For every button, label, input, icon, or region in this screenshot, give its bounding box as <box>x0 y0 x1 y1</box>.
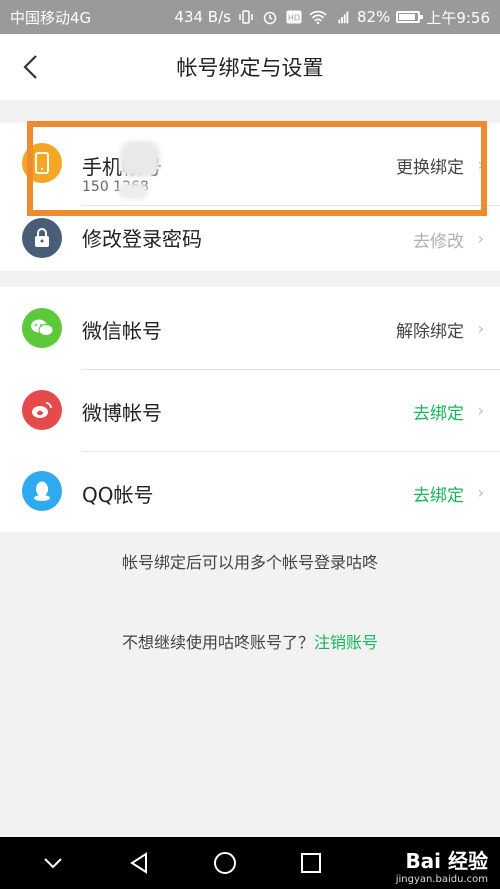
privacy-blur <box>118 183 148 199</box>
weibo-account-row[interactable]: 微博帐号 去绑定 › <box>0 369 500 451</box>
bind-tip: 帐号绑定后可以用多个帐号登录咕咚 <box>121 553 378 572</box>
battery-icon <box>396 11 424 23</box>
unbind-button[interactable]: 解除绑定 <box>396 317 464 342</box>
hd-icon: HD <box>285 9 303 25</box>
clock: 上午9:56 <box>426 8 490 27</box>
watermark-main: Bai 经验 <box>405 849 488 873</box>
qq-icon <box>22 471 62 511</box>
privacy-blur <box>120 141 160 177</box>
wifi-icon <box>309 9 327 25</box>
go-modify-button[interactable]: 去修改 <box>413 227 464 252</box>
cancel-account-tip: 不想继续使用咕咚账号了？注销账号 <box>0 629 500 653</box>
navigation-bar: Bai 经验 jingyan.baidu.com <box>0 837 500 889</box>
status-bar: 中国移动4G 434 B/s HD 82% 上午9:56 <box>0 0 500 34</box>
back-arrow-icon[interactable] <box>20 54 44 80</box>
bind-weibo-button[interactable]: 去绑定 <box>413 399 464 424</box>
social-section: 微信帐号 解除绑定 › 微博帐号 去绑定 › QQ帐号 去绑定 › <box>0 287 500 532</box>
account-section: 手机帐号 150 1268 更换绑定 › 修改登录密码 去修改 › <box>0 123 500 271</box>
recent-apps-square-icon[interactable] <box>291 843 331 883</box>
qq-account-label: QQ帐号 <box>82 483 154 507</box>
cancel-account-prefix: 不想继续使用咕咚账号了？ <box>121 633 314 652</box>
bind-qq-button[interactable]: 去绑定 <box>413 481 464 506</box>
phone-icon <box>22 143 62 183</box>
weibo-icon <box>22 390 62 430</box>
wechat-icon <box>22 308 62 348</box>
wechat-account-row[interactable]: 微信帐号 解除绑定 › <box>0 287 500 369</box>
battery-percent: 82% <box>356 8 391 26</box>
wechat-account-label: 微信帐号 <box>82 319 162 343</box>
chevron-right-icon: › <box>477 319 484 338</box>
svg-text:HD: HD <box>288 14 300 23</box>
chevron-right-icon: › <box>477 155 484 174</box>
baidu-jingyan-watermark: Bai 经验 jingyan.baidu.com <box>396 845 488 885</box>
chevron-down-icon[interactable] <box>33 843 73 883</box>
page-title: 帐号绑定与设置 <box>176 56 324 80</box>
vibrate-icon <box>237 9 255 25</box>
chevron-right-icon: › <box>477 401 484 420</box>
change-password-label: 修改登录密码 <box>82 227 202 251</box>
alarm-icon <box>261 9 279 25</box>
carrier-label: 中国移动4G <box>10 8 92 27</box>
weibo-account-label: 微博帐号 <box>82 401 162 425</box>
watermark-url: jingyan.baidu.com <box>395 874 488 885</box>
network-speed: 434 B/s <box>174 8 231 26</box>
back-triangle-icon[interactable] <box>119 843 159 883</box>
qq-account-row[interactable]: QQ帐号 去绑定 › <box>0 451 500 532</box>
chevron-right-icon: › <box>477 483 484 502</box>
cancel-account-link[interactable]: 注销账号 <box>314 633 378 652</box>
home-circle-icon[interactable] <box>205 843 245 883</box>
phone-account-row[interactable]: 手机帐号 150 1268 更换绑定 › <box>0 123 500 205</box>
lock-icon <box>22 218 62 258</box>
change-password-row[interactable]: 修改登录密码 去修改 › <box>0 205 500 271</box>
chevron-right-icon: › <box>477 229 484 248</box>
page-header: 帐号绑定与设置 <box>0 34 500 100</box>
cellular-signal-icon <box>333 9 351 25</box>
change-binding-button[interactable]: 更换绑定 <box>396 153 464 178</box>
